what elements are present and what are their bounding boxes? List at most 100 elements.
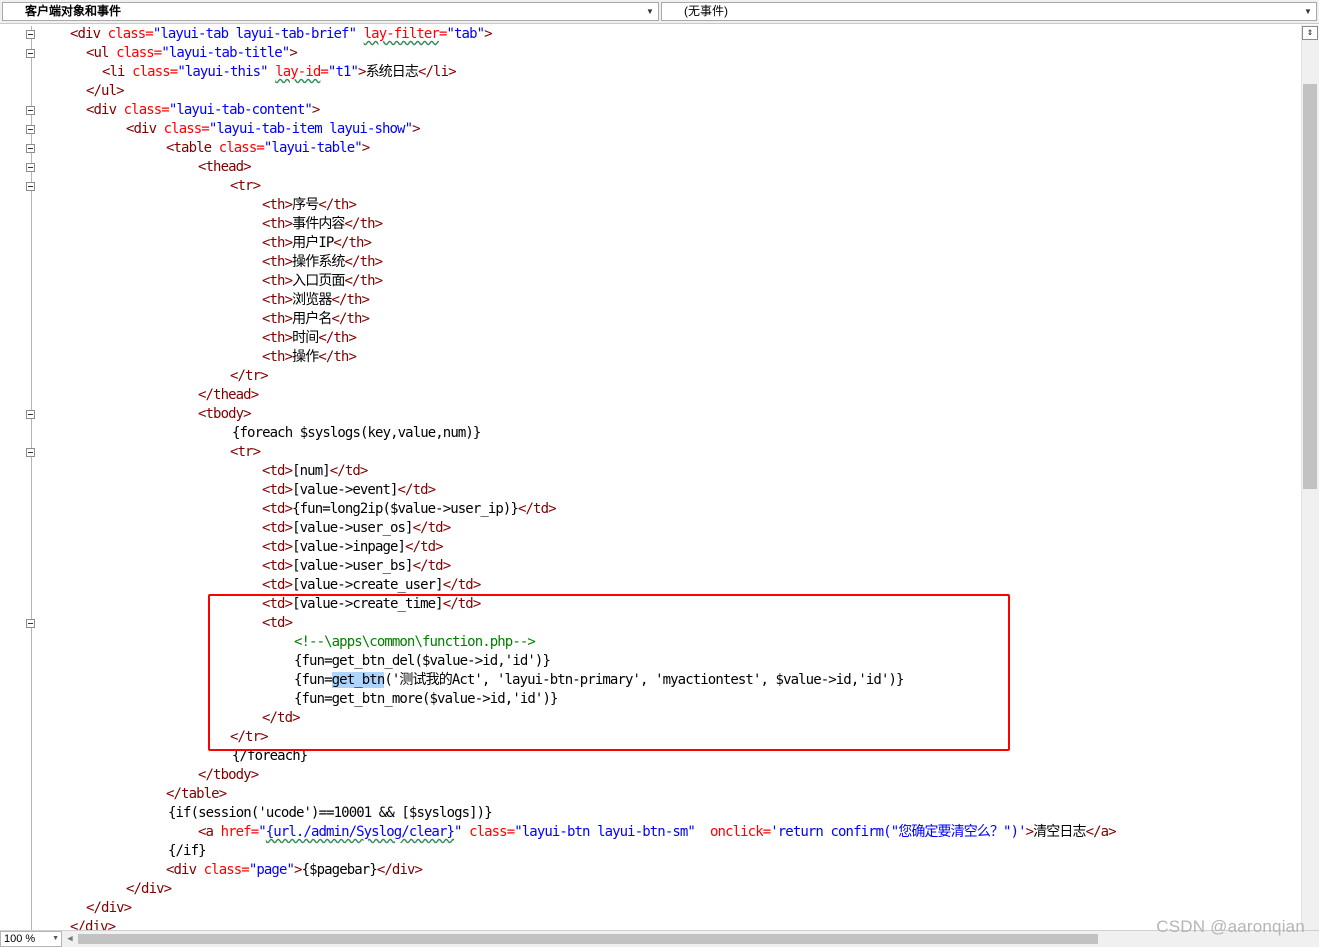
code-token: <div	[166, 862, 204, 878]
code-line: <tbody>	[198, 405, 252, 424]
collapse-icon[interactable]	[26, 619, 35, 628]
collapse-icon[interactable]	[26, 410, 35, 419]
code-token: </td>	[397, 482, 437, 498]
vertical-scrollbar-thumb[interactable]	[1303, 84, 1317, 489]
code-line: <th>序号</th>	[262, 196, 357, 215]
code-token: </th>	[333, 235, 372, 251]
code-token: </th>	[344, 254, 384, 270]
code-token: </a>	[1085, 824, 1117, 840]
code-token: </td>	[442, 577, 482, 593]
code-editor[interactable]: <div class="layui-tab layui-tab-brief" l…	[46, 25, 1301, 930]
code-line: </ul>	[86, 82, 125, 101]
code-token: <tbody>	[198, 406, 252, 422]
code-token: onclick=	[710, 824, 771, 840]
code-token: </thead>	[198, 387, 259, 403]
zoom-level-dropdown[interactable]: 100 % ▼	[0, 931, 62, 947]
code-token: lay-id	[275, 64, 321, 80]
code-line: <th>操作</th>	[262, 348, 357, 367]
split-view-icon[interactable]: ⇕	[1302, 26, 1318, 40]
code-line: </thead>	[198, 386, 259, 405]
code-token: 事件内容	[292, 216, 345, 232]
code-token: [value->create_user]	[292, 577, 443, 593]
code-token: <td>	[262, 482, 293, 498]
code-token: class=	[116, 45, 162, 61]
code-token: {fun=long2ip($value->user_ip)}	[292, 501, 519, 517]
code-line: </div>	[126, 880, 172, 899]
code-token: </td>	[329, 463, 369, 479]
code-token: <td>	[262, 501, 293, 517]
code-line: <div class="layui-tab layui-tab-brief" l…	[70, 25, 493, 44]
events-dropdown[interactable]: (无事件) ▼	[661, 2, 1317, 21]
code-token: href=	[220, 824, 260, 840]
code-line: <div class="layui-tab-content">	[86, 101, 320, 120]
code-token: </tbody>	[198, 767, 259, 783]
client-objects-dropdown[interactable]: 客户端对象和事件 ▼	[2, 2, 659, 21]
code-token: <th>	[262, 311, 293, 327]
code-token: </th>	[344, 216, 384, 232]
code-line: <th>用户名</th>	[262, 310, 370, 329]
code-token: <td>	[262, 577, 293, 593]
editor-navigation-bar: 客户端对象和事件 ▼ (无事件) ▼	[0, 0, 1319, 24]
code-token: "layui-btn layui-btn-sm"	[514, 824, 696, 840]
code-token: 系统日志	[365, 64, 419, 80]
collapse-icon[interactable]	[26, 106, 35, 115]
collapse-icon[interactable]	[26, 144, 35, 153]
collapse-icon[interactable]	[26, 448, 35, 457]
code-line: <a href="{url./admin/Syslog/clear}" clas…	[198, 823, 1117, 842]
code-token: class=	[132, 64, 178, 80]
zoom-level-value: 100 %	[4, 933, 36, 945]
code-token: </td>	[412, 558, 452, 574]
collapse-icon[interactable]	[26, 125, 35, 134]
code-line: <div class="layui-tab-item layui-show">	[126, 120, 421, 139]
code-line: <td>{fun=long2ip($value->user_ip)}</td>	[262, 500, 557, 519]
code-token: {$pagebar}	[301, 862, 378, 878]
code-token: <div	[70, 26, 108, 42]
collapse-icon[interactable]	[26, 163, 35, 172]
code-token: "page"	[248, 862, 295, 878]
collapse-icon[interactable]	[26, 182, 35, 191]
code-token: >	[361, 140, 370, 156]
code-line: <th>事件内容</th>	[262, 215, 384, 234]
code-line: <td>[num]</td>	[262, 462, 369, 481]
events-dropdown-label: (无事件)	[684, 4, 728, 18]
code-token: 清空日志	[1033, 824, 1086, 840]
code-token: >	[294, 862, 302, 878]
code-token: </div>	[126, 881, 172, 897]
code-line: <td>[value->user_os]</td>	[262, 519, 451, 538]
scroll-left-icon[interactable]: ◀	[64, 932, 76, 946]
code-token: <th>	[262, 292, 293, 308]
code-line: <th>浏览器</th>	[262, 291, 370, 310]
code-token: <th>	[262, 235, 293, 251]
code-token: [value->user_os]	[292, 520, 413, 536]
code-token: 'return confirm("您确定要清空么？")'	[770, 824, 1026, 840]
code-token: <td>	[262, 539, 293, 555]
code-token: lay-filter	[363, 26, 440, 42]
code-token: class=	[469, 824, 515, 840]
collapse-icon[interactable]	[26, 30, 35, 39]
client-objects-dropdown-label: 客户端对象和事件	[25, 4, 122, 18]
code-line: {/if}	[168, 842, 207, 861]
collapse-icon[interactable]	[26, 49, 35, 58]
code-token: <td>	[262, 463, 293, 479]
code-token: </table>	[166, 786, 227, 802]
chevron-down-icon: ▼	[646, 7, 654, 16]
code-token: {/if}	[168, 843, 207, 859]
code-line: <td>[value->inpage]</td>	[262, 538, 444, 557]
code-token: "layui-tab-title"	[161, 45, 290, 61]
code-line: <tr>	[230, 443, 261, 462]
code-token: class=	[123, 102, 170, 118]
code-token: <th>	[262, 273, 293, 289]
code-line: <td>[value->event]</td>	[262, 481, 437, 500]
code-token: >	[412, 121, 420, 137]
code-token: class=	[107, 26, 154, 42]
horizontal-scrollbar-thumb[interactable]	[78, 934, 1098, 944]
code-token: </th>	[318, 349, 357, 365]
code-token: 操作系统	[292, 254, 345, 270]
code-token: "	[258, 824, 266, 840]
code-token: <td>	[262, 558, 293, 574]
code-token: class=	[163, 121, 210, 137]
code-token: </th>	[344, 273, 384, 289]
